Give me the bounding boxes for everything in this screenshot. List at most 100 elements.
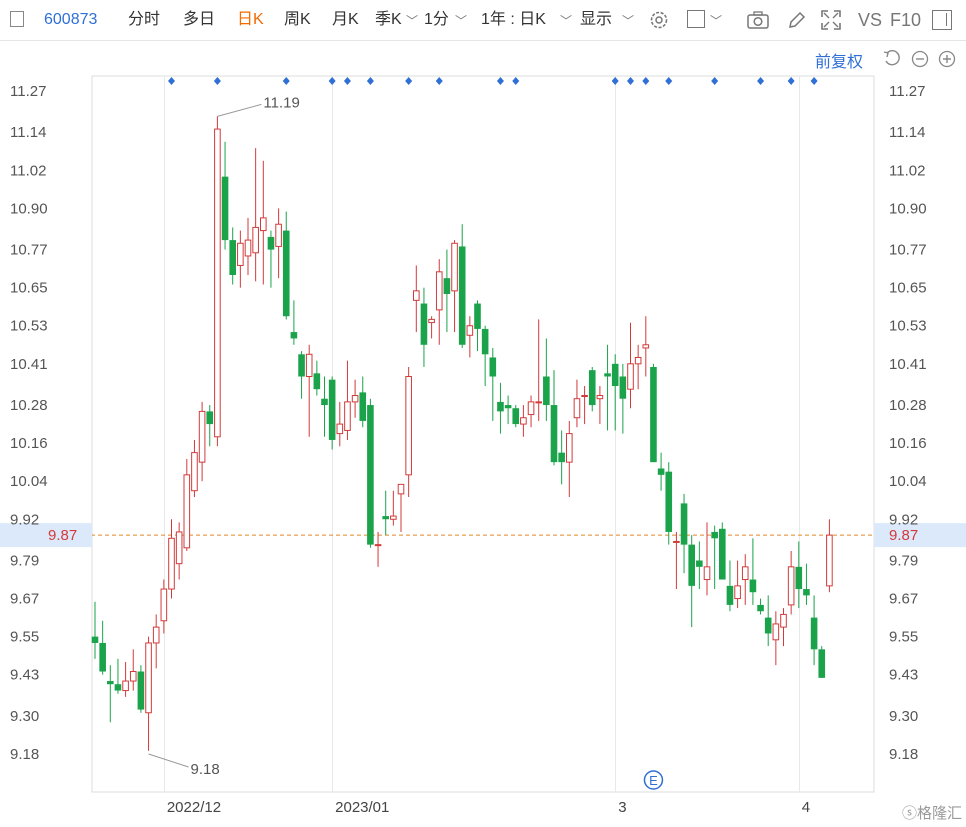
candle-body — [481, 328, 489, 355]
max-price-label: 11.19 — [263, 94, 299, 111]
event-diamond-icon — [627, 77, 634, 85]
candle-body — [504, 405, 512, 409]
max-leader-line — [217, 103, 262, 117]
candle-body — [611, 363, 619, 387]
y-tick-label-right: 10.77 — [889, 242, 927, 259]
candle-body — [749, 579, 757, 593]
candle-body — [420, 303, 428, 345]
candle-body — [757, 604, 764, 612]
watermark-logo: ⓢ格隆汇 — [901, 805, 962, 822]
candle-body — [573, 398, 581, 419]
candlestick-chart[interactable]: E 11.27 11.27 11.14 11.14 11.02 11.02 10.90 10.… — [0, 0, 966, 827]
candle-body — [198, 410, 206, 463]
candle-body — [374, 544, 382, 547]
x-tick-label: 4 — [802, 799, 810, 816]
last-price-box-right — [874, 523, 966, 548]
candle-body — [527, 401, 535, 416]
candle-body — [787, 566, 795, 606]
y-tick-label-right: 10.90 — [889, 200, 927, 217]
y-tick-label-left: 11.02 — [10, 162, 46, 179]
candle-body — [351, 395, 359, 403]
event-diamond-icon — [642, 77, 650, 85]
candle-body — [688, 544, 695, 586]
min-price-label: 9.18 — [191, 761, 220, 778]
candle-body — [214, 128, 221, 438]
event-diamond-icon — [213, 77, 221, 85]
y-tick-label-right: 10.41 — [889, 356, 927, 373]
candle-body — [696, 560, 703, 567]
y-tick-label-left: 10.16 — [10, 435, 48, 452]
candle-body — [336, 423, 344, 435]
min-leader-line — [148, 753, 189, 768]
candle-body — [474, 303, 481, 329]
candle-body — [275, 223, 282, 247]
candle-body — [99, 642, 106, 672]
event-diamond-icon — [328, 77, 336, 85]
candle-body — [657, 468, 665, 475]
y-tick-label-right: 10.04 — [889, 473, 927, 490]
candle-body — [305, 353, 313, 378]
last-price-label-left: 9.87 — [48, 527, 77, 544]
candle-body — [405, 376, 412, 476]
last-price-label-right: 9.87 — [889, 527, 918, 544]
candle-body — [451, 242, 458, 292]
candle-body — [152, 626, 160, 644]
y-tick-label-right: 11.02 — [889, 162, 925, 179]
candle-body — [321, 398, 328, 406]
event-markers: E — [168, 77, 818, 790]
x-axis-labels: 2022/12 2023/01 3 4 — [167, 799, 810, 816]
y-tick-label-left: 11.14 — [10, 124, 46, 141]
event-diamond-icon — [711, 77, 719, 85]
candle-body — [558, 452, 565, 463]
candle-body — [244, 239, 252, 257]
event-diamond-icon — [512, 77, 520, 85]
candle-body — [711, 531, 718, 539]
y-tick-label-right: 9.79 — [889, 552, 918, 569]
candle-body — [382, 516, 389, 520]
candle-body — [290, 332, 298, 339]
y-tick-label-right: 9.43 — [889, 667, 918, 684]
x-tick-label: 2022/12 — [167, 799, 221, 816]
candle-body — [772, 623, 780, 641]
candle-body — [367, 405, 374, 545]
y-tick-label-right: 11.14 — [889, 124, 925, 141]
candle-body — [397, 483, 405, 495]
candle-body — [114, 684, 122, 691]
event-diamond-icon — [435, 77, 443, 85]
candle-body — [191, 452, 198, 492]
event-diamond-icon — [665, 77, 673, 85]
candle-body — [267, 236, 275, 250]
candle-body — [520, 417, 527, 425]
candle-body — [145, 642, 152, 714]
candle-body — [550, 405, 558, 463]
candle-body — [566, 433, 573, 463]
candle-body — [122, 680, 129, 692]
y-tick-label-right: 9.55 — [889, 629, 918, 646]
candles — [91, 116, 833, 751]
y-tick-label-left: 9.79 — [10, 552, 39, 569]
candle-body — [91, 636, 99, 643]
candle-body — [221, 176, 229, 241]
y-tick-label-right: 10.16 — [889, 435, 927, 452]
candle-body — [818, 649, 826, 678]
candle-body — [160, 588, 168, 622]
chart-grid — [0, 75, 966, 793]
y-tick-label-left: 10.90 — [10, 200, 48, 217]
event-diamond-icon — [282, 77, 290, 85]
candle-body — [435, 271, 443, 311]
candle-body — [734, 585, 741, 600]
candle-body — [719, 528, 726, 580]
candle-body — [413, 290, 420, 301]
candle-body — [619, 376, 627, 399]
candle-body — [466, 325, 474, 336]
y-tick-label-left: 10.53 — [10, 318, 48, 335]
candle-body — [183, 474, 191, 549]
event-diamond-icon — [611, 77, 619, 85]
candle-body — [313, 373, 321, 390]
candle-body — [764, 617, 772, 634]
candle-body — [588, 370, 596, 406]
candle-body — [282, 230, 290, 317]
y-tick-label-left: 10.28 — [10, 397, 48, 414]
y-tick-label-left: 10.65 — [10, 280, 48, 297]
y-tick-label-left: 9.55 — [10, 629, 39, 646]
